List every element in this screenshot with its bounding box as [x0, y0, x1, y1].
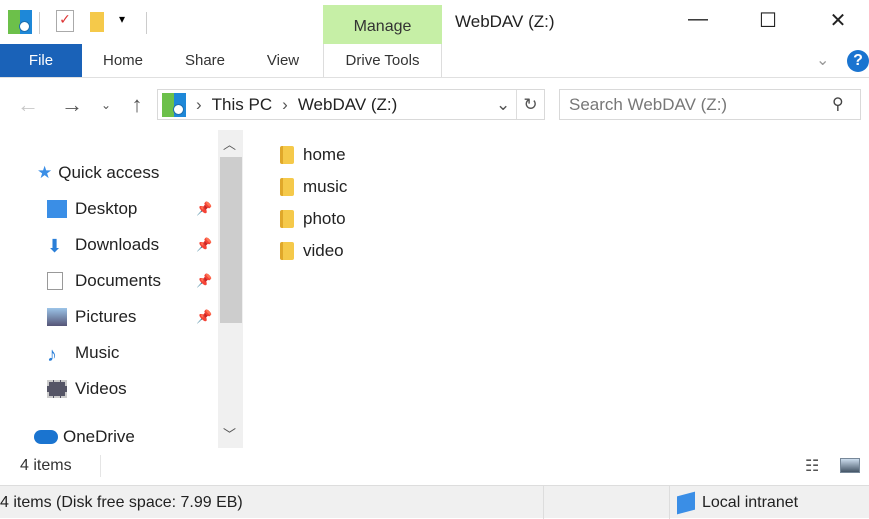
sidebar-item-label: Documents: [75, 271, 161, 290]
sidebar-item-label: Downloads: [75, 235, 160, 254]
manage-context-label: Manage: [323, 5, 442, 44]
folder-item[interactable]: video: [280, 241, 344, 261]
divider: [669, 486, 670, 519]
music-icon: ♪: [47, 344, 57, 366]
divider: [39, 12, 40, 34]
drive-icon: [8, 10, 32, 34]
large-icons-view-icon[interactable]: [840, 458, 860, 473]
forward-button[interactable]: →: [58, 88, 86, 122]
intranet-zone-icon: [677, 491, 695, 515]
videos-icon: [47, 380, 67, 398]
folder-icon: [280, 242, 294, 260]
sidebar-item-onedrive[interactable]: OneDrive: [34, 427, 135, 447]
folder-name: home: [303, 145, 346, 164]
breadcrumb-separator: ›: [196, 94, 202, 114]
recent-locations-button[interactable]: ⌄: [96, 88, 116, 122]
folder-icon: [280, 178, 294, 196]
up-button[interactable]: ↑: [124, 88, 150, 122]
download-icon: ⬇: [47, 236, 63, 256]
sidebar-item-label: Pictures: [75, 307, 137, 326]
sidebar-item-label: Desktop: [75, 199, 138, 218]
divider: [543, 486, 544, 519]
folder-name: music: [303, 177, 348, 196]
search-input[interactable]: Search WebDAV (Z:): [559, 89, 861, 120]
pin-icon[interactable]: 📌: [196, 237, 212, 253]
close-button[interactable]: ✕: [815, 8, 861, 38]
pin-icon[interactable]: 📌: [196, 201, 212, 217]
customize-toolbar-icon[interactable]: ▾: [119, 12, 125, 26]
folder-name: video: [303, 241, 344, 260]
divider: [146, 12, 147, 34]
folder-item[interactable]: music: [280, 177, 347, 197]
security-zone: Local intranet: [702, 494, 799, 511]
tab-home[interactable]: Home: [90, 44, 156, 77]
sidebar-item-videos[interactable]: Videos: [47, 379, 127, 399]
status-text: 4 items (Disk free space: 7.99 EB): [0, 494, 243, 511]
sidebar-item-label: Quick access: [58, 163, 160, 182]
sidebar-item-label: OneDrive: [63, 427, 135, 446]
scroll-down-icon[interactable]: ﹀: [223, 424, 236, 443]
sidebar-item-label: Videos: [75, 379, 127, 398]
pin-icon[interactable]: 📌: [196, 309, 212, 325]
breadcrumb-this-pc[interactable]: This PC: [212, 95, 272, 115]
address-dropdown-icon[interactable]: ⌄: [496, 95, 510, 115]
scroll-up-icon[interactable]: ︿: [223, 134, 236, 153]
sidebar-item-label: Music: [75, 343, 120, 362]
help-icon[interactable]: ?: [847, 50, 869, 72]
window-title: WebDAV (Z:): [455, 12, 555, 31]
details-view-icon[interactable]: ☷: [805, 456, 819, 476]
drive-icon: [162, 92, 186, 117]
navigation-pane: ★ Quick access Desktop ⬇ Downloads Documen…: [0, 130, 244, 448]
breadcrumb-separator: ›: [282, 94, 288, 114]
scrollbar-thumb[interactable]: [220, 157, 242, 323]
tab-file[interactable]: File: [0, 44, 82, 77]
sidebar-item-pictures[interactable]: Pictures: [47, 307, 136, 327]
tab-drive-tools[interactable]: Drive Tools: [323, 44, 442, 77]
back-button[interactable]: ←: [14, 88, 42, 122]
status-bar: 4 items (Disk free space: 7.99 EB) Local…: [0, 485, 869, 519]
minimize-button[interactable]: —: [675, 8, 721, 38]
pictures-icon: [47, 308, 67, 326]
tab-view[interactable]: View: [252, 44, 314, 77]
search-icon: ⚲: [832, 96, 844, 113]
breadcrumb-webdav[interactable]: WebDAV (Z:): [298, 95, 398, 115]
sidebar-item-quick-access[interactable]: ★ Quick access: [37, 163, 159, 183]
sidebar-item-documents[interactable]: Documents: [47, 271, 161, 291]
new-folder-icon[interactable]: [90, 12, 104, 32]
star-icon: ★: [37, 163, 53, 182]
folder-name: photo: [303, 209, 346, 228]
ribbon-tabs: File Home Share View Drive Tools ⌄ ?: [0, 44, 869, 78]
sidebar-item-downloads[interactable]: ⬇ Downloads: [47, 235, 160, 256]
cloud-icon: [34, 430, 58, 444]
folder-icon: [280, 210, 294, 228]
address-bar[interactable]: › This PC › WebDAV (Z:) ⌄ ↻: [157, 89, 545, 120]
maximize-button[interactable]: ☐: [745, 8, 791, 38]
sidebar-item-desktop[interactable]: Desktop: [47, 199, 137, 219]
divider: [100, 455, 101, 477]
item-count: 4 items: [20, 457, 72, 474]
expand-ribbon-icon[interactable]: ⌄: [816, 50, 829, 70]
sidebar-item-music[interactable]: ♪ Music: [47, 343, 120, 366]
tab-share[interactable]: Share: [172, 44, 238, 77]
refresh-icon[interactable]: ↻: [516, 90, 544, 119]
folder-icon: [280, 146, 294, 164]
documents-icon: [47, 272, 63, 290]
pin-icon[interactable]: 📌: [196, 273, 212, 289]
folder-item[interactable]: home: [280, 145, 346, 165]
folder-item[interactable]: photo: [280, 209, 346, 229]
properties-icon[interactable]: ✓: [56, 10, 74, 32]
desktop-icon: [47, 200, 67, 218]
